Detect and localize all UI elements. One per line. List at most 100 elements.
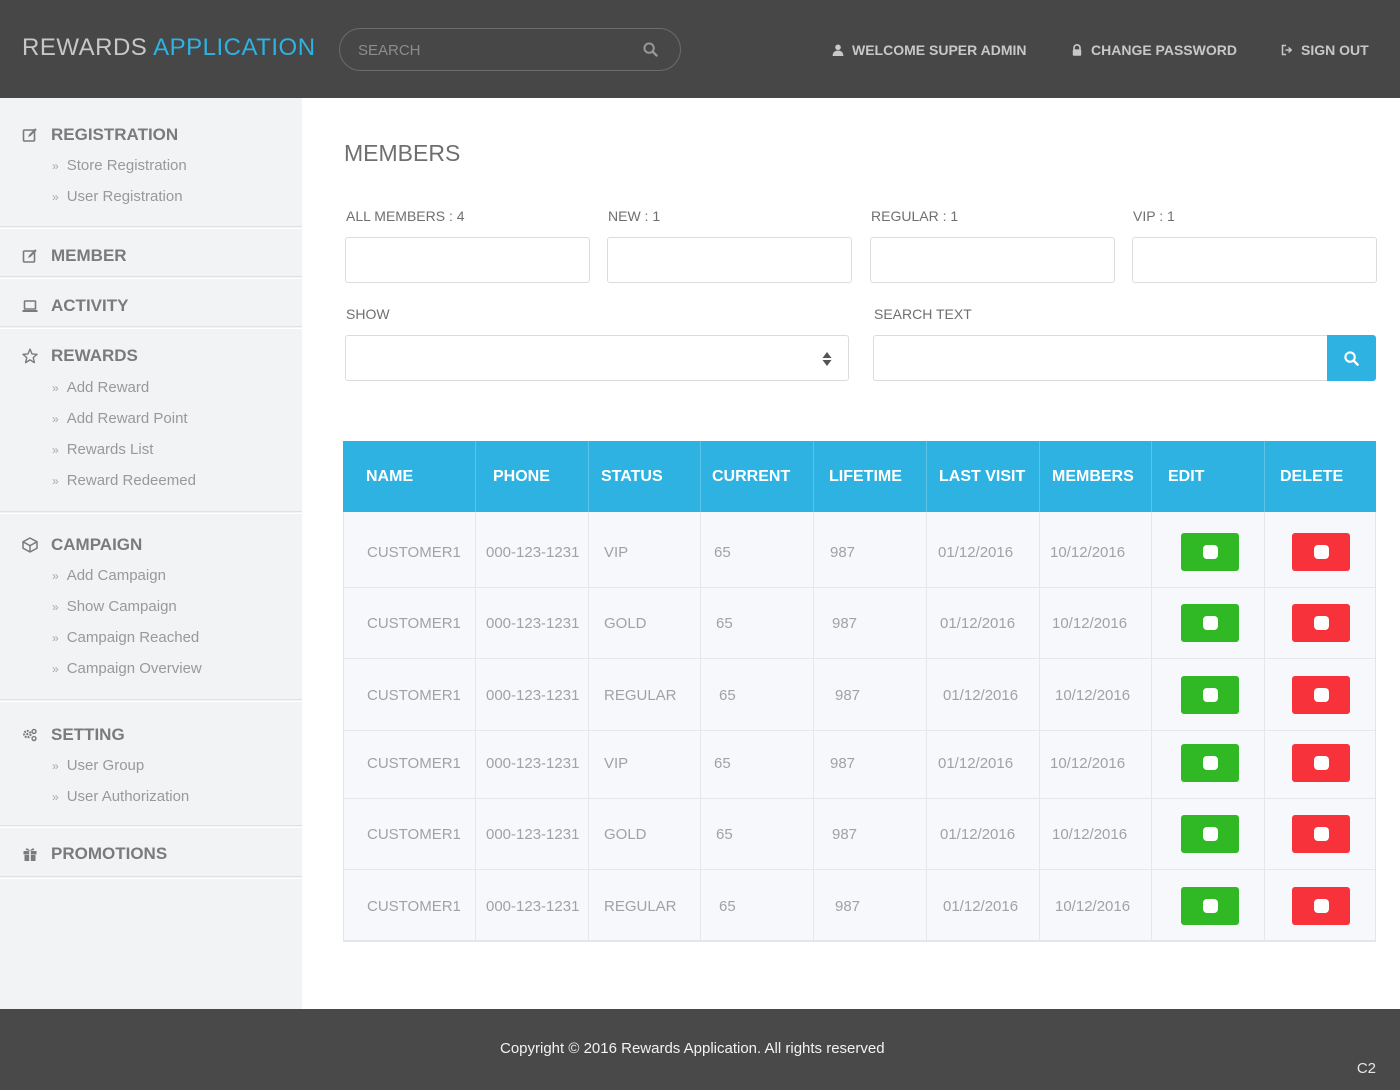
- column-divider: [813, 441, 814, 512]
- sidebar-subitem-label: Show Campaign: [66, 598, 177, 615]
- sidebar-subitem-label: Store Registration: [66, 157, 187, 174]
- sidebar-divider: [0, 699, 302, 702]
- welcome-user[interactable]: WELCOME SUPER ADMIN: [832, 42, 1026, 58]
- delete-icon: [1314, 827, 1329, 841]
- top-header: REWARDS APPLICATION WELCOME SUPER ADMIN …: [0, 0, 1400, 98]
- sidebar-item-campaign[interactable]: CAMPAIGN: [22, 535, 142, 555]
- show-select[interactable]: [345, 335, 849, 381]
- sidebar-subitem-add-campaign[interactable]: » Add Campaign: [52, 567, 166, 584]
- sidebar-item-promotions[interactable]: PROMOTIONS: [22, 844, 167, 864]
- sign-out-link[interactable]: SIGN OUT: [1281, 42, 1369, 58]
- cell-last-visit: 01/12/2016: [938, 544, 1014, 561]
- search-input[interactable]: [358, 39, 638, 61]
- cell-members: 10/12/2016: [1052, 826, 1128, 843]
- sidebar-subitem-label: Campaign Reached: [66, 629, 200, 646]
- cell-last-visit: 01/12/2016: [940, 615, 1016, 632]
- delete-button[interactable]: [1292, 676, 1350, 714]
- cell-lifetime: 987: [835, 898, 861, 915]
- edit-button[interactable]: [1181, 676, 1239, 714]
- edit-icon: [1203, 756, 1218, 770]
- sidebar-divider: [0, 326, 302, 329]
- cell-members: 10/12/2016: [1052, 615, 1128, 632]
- table-header: NAME PHONE STATUS CURRENT LIFETIME LAST …: [343, 441, 1376, 512]
- column-divider: [1039, 512, 1040, 941]
- delete-button[interactable]: [1292, 887, 1350, 925]
- column-divider: [588, 512, 589, 941]
- sidebar-item-setting[interactable]: SETTING: [22, 725, 125, 745]
- column-header-lifetime[interactable]: LIFETIME: [829, 441, 902, 512]
- cell-name: CUSTOMER1: [367, 544, 461, 561]
- sidebar-item-label: REGISTRATION: [51, 125, 179, 144]
- new-members-field[interactable]: [607, 237, 852, 283]
- edit-button[interactable]: [1181, 887, 1239, 925]
- sidebar-subitem-user-group[interactable]: » User Group: [52, 757, 144, 774]
- delete-button[interactable]: [1292, 815, 1350, 853]
- edit-icon: [1203, 616, 1218, 630]
- search-icon[interactable]: [643, 42, 658, 57]
- sidebar-item-label: PROMOTIONS: [51, 844, 168, 863]
- cell-last-visit: 01/12/2016: [943, 898, 1019, 915]
- column-header-members[interactable]: MEMBERS: [1052, 441, 1134, 512]
- vip-members-field[interactable]: [1132, 237, 1377, 283]
- sidebar-subitem-campaign-reached[interactable]: » Campaign Reached: [52, 629, 199, 646]
- cell-current: 65: [716, 826, 733, 843]
- search-text-input[interactable]: [873, 335, 1328, 381]
- column-divider: [1264, 512, 1265, 941]
- sign-out-label: SIGN OUT: [1301, 42, 1369, 58]
- edit-button[interactable]: [1181, 815, 1239, 853]
- sidebar-subitem-add-reward[interactable]: » Add Reward: [52, 379, 149, 396]
- column-header-phone[interactable]: PHONE: [493, 441, 550, 512]
- edit-button[interactable]: [1181, 744, 1239, 782]
- sidebar-subitem-rewards-list[interactable]: » Rewards List: [52, 441, 153, 458]
- delete-button[interactable]: [1292, 604, 1350, 642]
- sidebar-subitem-user-registration[interactable]: » User Registration: [52, 188, 183, 205]
- delete-button[interactable]: [1292, 744, 1350, 782]
- search-button[interactable]: [1327, 335, 1376, 381]
- cell-name: CUSTOMER1: [367, 615, 461, 632]
- edit-icon: [22, 128, 37, 142]
- sidebar-subitem-user-authorization[interactable]: » User Authorization: [52, 788, 189, 805]
- edit-icon: [1203, 688, 1218, 702]
- footer: Copyright © 2016 Rewards Application. Al…: [0, 1009, 1400, 1090]
- edit-button[interactable]: [1181, 533, 1239, 571]
- delete-icon: [1314, 688, 1329, 702]
- sidebar-item-registration[interactable]: REGISTRATION: [22, 125, 178, 145]
- app-logo[interactable]: REWARDS APPLICATION: [22, 34, 316, 62]
- cell-current: 65: [716, 615, 733, 632]
- cell-lifetime: 987: [835, 687, 861, 704]
- column-header-current[interactable]: CURRENT: [712, 441, 790, 512]
- delete-button[interactable]: [1292, 533, 1350, 571]
- lock-icon: [1072, 44, 1082, 56]
- cell-phone: 000-123-1231: [486, 615, 580, 632]
- sidebar-item-member[interactable]: MEMBER: [22, 246, 127, 266]
- gift-icon: [23, 848, 37, 861]
- sidebar-subitem-reward-redeemed[interactable]: » Reward Redeemed: [52, 472, 196, 489]
- sidebar-subitem-show-campaign[interactable]: » Show Campaign: [52, 598, 177, 615]
- cell-phone: 000-123-1231: [486, 898, 580, 915]
- sidebar-item-activity[interactable]: ACTIVITY: [22, 296, 128, 316]
- column-header-status[interactable]: STATUS: [601, 441, 663, 512]
- regular-members-field[interactable]: [870, 237, 1115, 283]
- cell-name: CUSTOMER1: [367, 898, 461, 915]
- change-password-link[interactable]: CHANGE PASSWORD: [1071, 42, 1237, 58]
- column-divider: [700, 512, 701, 941]
- sidebar-subitem-add-reward-point[interactable]: » Add Reward Point: [52, 410, 188, 427]
- double-chevron-right-icon: »: [52, 758, 59, 773]
- edit-icon: [1203, 545, 1218, 559]
- cell-phone: 000-123-1231: [486, 826, 580, 843]
- double-chevron-right-icon: »: [52, 661, 59, 676]
- sidebar-subitem-label: Campaign Overview: [66, 660, 202, 677]
- sidebar-divider: [0, 511, 302, 514]
- cell-last-visit: 01/12/2016: [943, 687, 1019, 704]
- all-members-field[interactable]: [345, 237, 590, 283]
- column-divider: [475, 441, 476, 512]
- double-chevron-right-icon: »: [52, 630, 59, 645]
- sidebar-subitem-store-registration[interactable]: » Store Registration: [52, 157, 187, 174]
- column-header-name[interactable]: NAME: [366, 441, 413, 512]
- user-icon: [832, 44, 844, 56]
- sidebar-subitem-label: Reward Redeemed: [66, 472, 196, 489]
- sidebar-subitem-campaign-overview[interactable]: » Campaign Overview: [52, 660, 202, 677]
- edit-button[interactable]: [1181, 604, 1239, 642]
- column-header-last-visit[interactable]: LAST VISIT: [939, 441, 1025, 512]
- sidebar-item-rewards[interactable]: REWARDS: [22, 346, 138, 366]
